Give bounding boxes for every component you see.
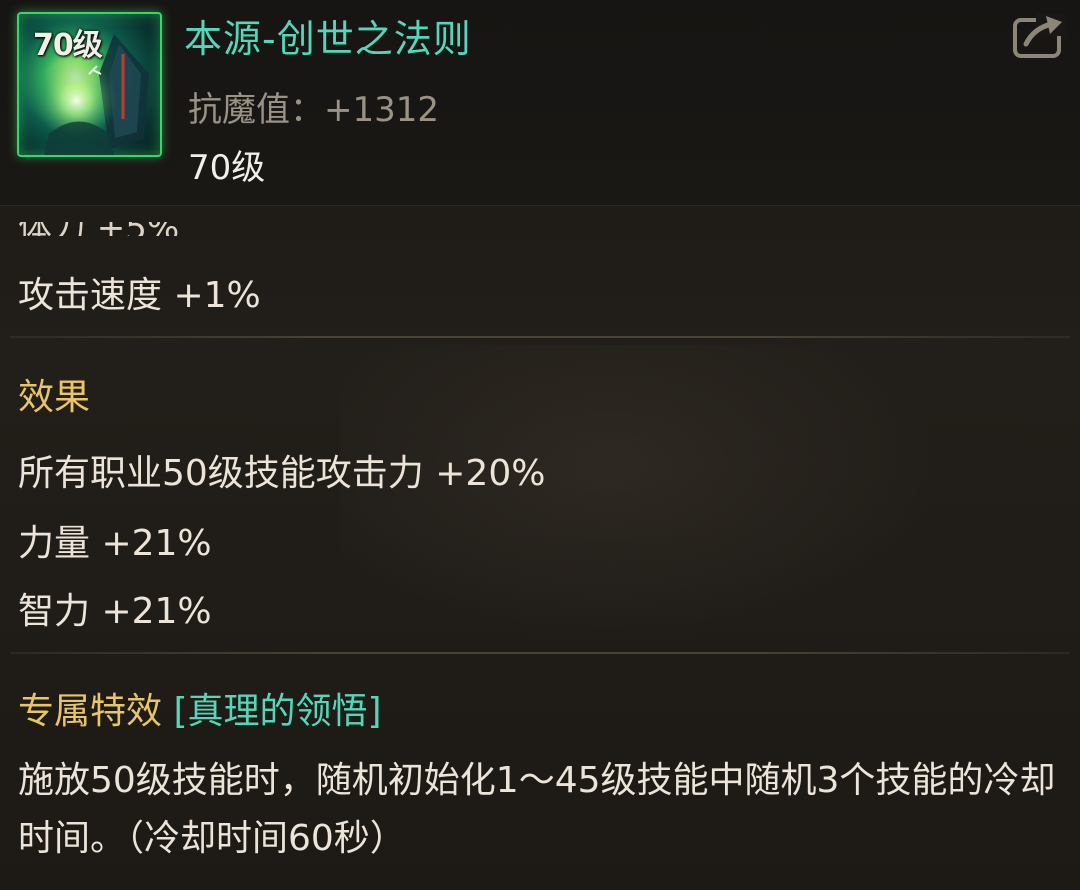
item-name: 本源-创世之法则 xyxy=(184,17,472,61)
divider xyxy=(10,336,1070,338)
effect-line: 力量 +21% xyxy=(18,523,212,564)
tooltip-header: 70级 本源-创世之法则 抗魔值：+1312 70级 xyxy=(0,0,1080,206)
effect-line: 所有职业50级技能攻击力 +20% xyxy=(18,453,546,494)
item-icon[interactable]: 70级 xyxy=(17,12,162,157)
special-effect-name: [真理的领悟] xyxy=(173,691,382,732)
share-icon xyxy=(1013,14,1066,58)
icon-level-badge: 70级 xyxy=(33,28,103,63)
special-effect-heading: 专属特效 [真理的领悟] xyxy=(18,682,382,734)
effect-line: 智力 +21% xyxy=(18,591,212,632)
clipped-attribute-line: 体力 +5% xyxy=(18,222,218,236)
share-button[interactable] xyxy=(1012,12,1068,60)
item-level: 70级 xyxy=(188,148,266,188)
attack-speed-stat: 攻击速度 +1% xyxy=(18,275,261,316)
special-effect-title: 专属特效 xyxy=(18,691,163,732)
item-tooltip: 70级 本源-创世之法则 抗魔值：+1312 70级 体力 +5% 攻击速度 +… xyxy=(0,0,1080,890)
divider xyxy=(10,652,1070,654)
special-effect-description: 施放50级技能时，随机初始化1～45级技能中随机3个技能的冷却时间。（冷却时间6… xyxy=(18,760,1056,859)
effects-title: 效果 xyxy=(18,377,91,418)
item-stat: 抗魔值：+1312 xyxy=(188,90,440,130)
